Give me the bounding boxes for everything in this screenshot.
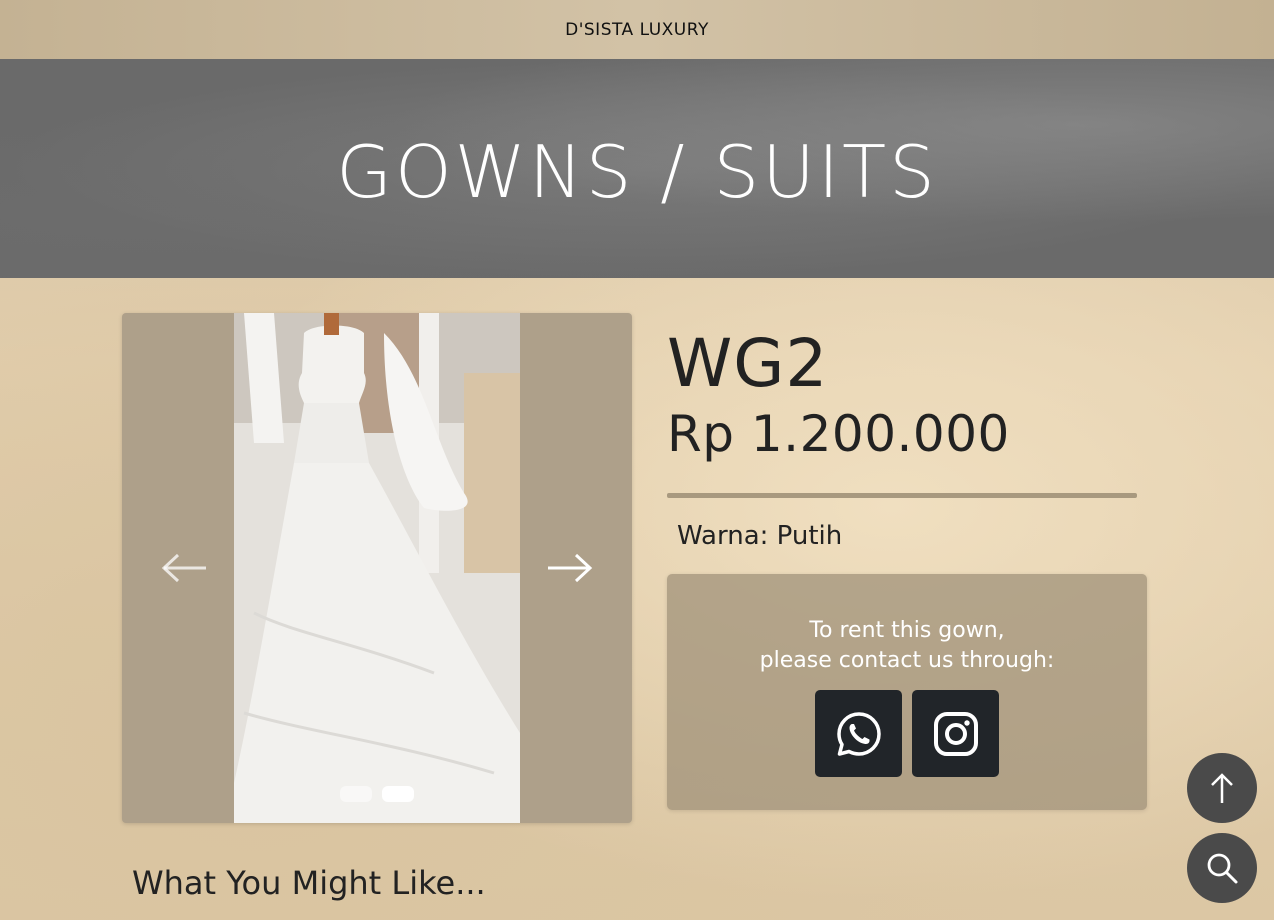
carousel-indicator-1[interactable] xyxy=(340,786,372,802)
recommendations-title: What You Might Like... xyxy=(132,864,486,902)
carousel-indicators xyxy=(340,786,414,802)
whatsapp-icon xyxy=(836,711,881,756)
divider xyxy=(667,493,1137,498)
brand-name[interactable]: D'SISTA LUXURY xyxy=(565,20,709,40)
contact-line-2: please contact us through: xyxy=(759,648,1055,673)
carousel-next-button[interactable] xyxy=(540,545,600,591)
hero-banner: GOWNS / SUITS xyxy=(0,59,1274,278)
contact-buttons xyxy=(667,690,1147,777)
instagram-icon xyxy=(933,711,978,756)
gown-photo xyxy=(234,313,520,823)
contact-text: To rent this gown, please contact us thr… xyxy=(667,574,1147,676)
contact-line-1: To rent this gown, xyxy=(809,618,1005,643)
search-button[interactable] xyxy=(1187,833,1257,903)
page-title: GOWNS / SUITS xyxy=(336,129,938,214)
carousel-prev-button[interactable] xyxy=(154,545,214,591)
product-carousel xyxy=(122,313,632,823)
scroll-top-button[interactable] xyxy=(1187,753,1257,823)
carousel-indicator-2[interactable] xyxy=(382,786,414,802)
top-navbar: D'SISTA LUXURY xyxy=(0,0,1274,59)
whatsapp-button[interactable] xyxy=(815,690,902,777)
product-price: Rp 1.200.000 xyxy=(667,405,1010,463)
contact-card: To rent this gown, please contact us thr… xyxy=(667,574,1147,810)
arrow-left-icon xyxy=(161,553,206,583)
arrow-right-icon xyxy=(548,553,593,583)
arrow-up-icon xyxy=(1211,773,1233,803)
product-image xyxy=(234,313,520,823)
product-code: WG2 xyxy=(667,325,829,402)
product-info: WG2 Rp 1.200.000 xyxy=(667,320,1147,464)
product-color: Warna: Putih xyxy=(677,521,843,551)
search-icon xyxy=(1207,853,1238,884)
instagram-button[interactable] xyxy=(912,690,999,777)
